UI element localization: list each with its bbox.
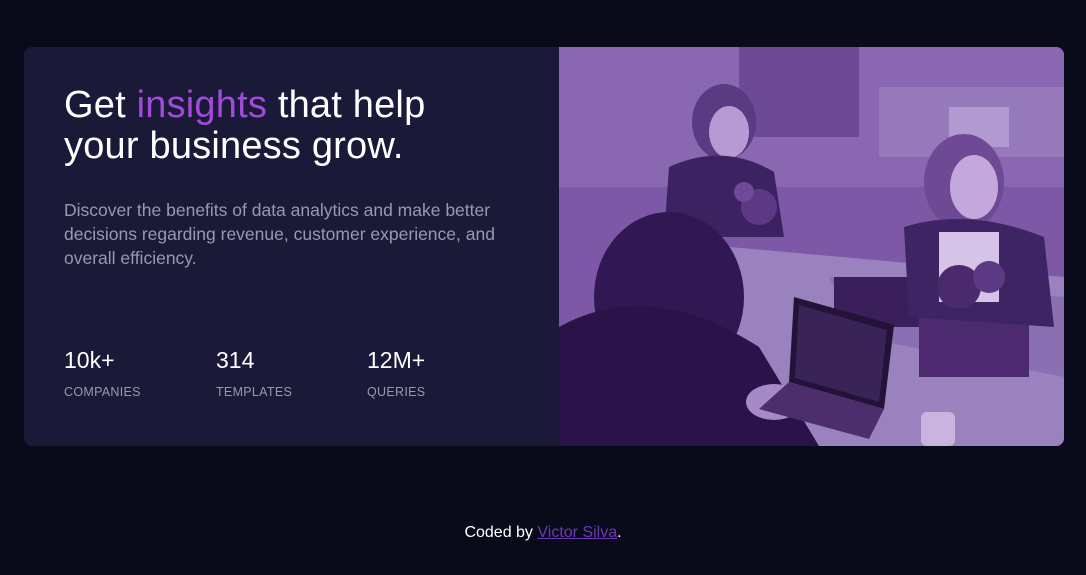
stat-companies: 10k+ COMPANIES bbox=[64, 347, 141, 399]
stat-value: 314 bbox=[216, 347, 255, 373]
hero-card: Get insights that help your business grow… bbox=[24, 47, 1064, 446]
headline-accent: insights bbox=[136, 84, 268, 126]
stat-templates: 314 TEMPLATES bbox=[216, 347, 292, 399]
stat-queries: 12M+ QUERIES bbox=[367, 347, 425, 399]
stat-value: 12M+ bbox=[367, 347, 426, 373]
footer-prefix: Coded by bbox=[464, 524, 538, 541]
stat-label: QUERIES bbox=[367, 385, 426, 399]
footer-suffix: . bbox=[617, 524, 622, 541]
hero-image bbox=[559, 47, 1064, 446]
office-team-photo-icon bbox=[559, 47, 1064, 446]
headline-prefix: Get bbox=[64, 84, 137, 126]
page-title: Get insights that help your business grow… bbox=[64, 85, 425, 167]
headline-line1-rest: that help bbox=[267, 84, 426, 126]
stats-row: 10k+ COMPANIES 314 TEMPLATES 12M+ QUERIE… bbox=[64, 347, 544, 407]
attribution-footer: Coded by Victor Silva. bbox=[0, 524, 1086, 542]
hero-description: Discover the benefits of data analytics … bbox=[64, 200, 495, 268]
stat-label: TEMPLATES bbox=[216, 385, 293, 399]
stat-label: COMPANIES bbox=[64, 385, 141, 399]
author-link[interactable]: Victor Silva bbox=[537, 524, 617, 541]
headline-line2: your business grow. bbox=[64, 125, 404, 167]
hero-content: Get insights that help your business grow… bbox=[64, 47, 544, 446]
stat-value: 10k+ bbox=[64, 347, 115, 373]
